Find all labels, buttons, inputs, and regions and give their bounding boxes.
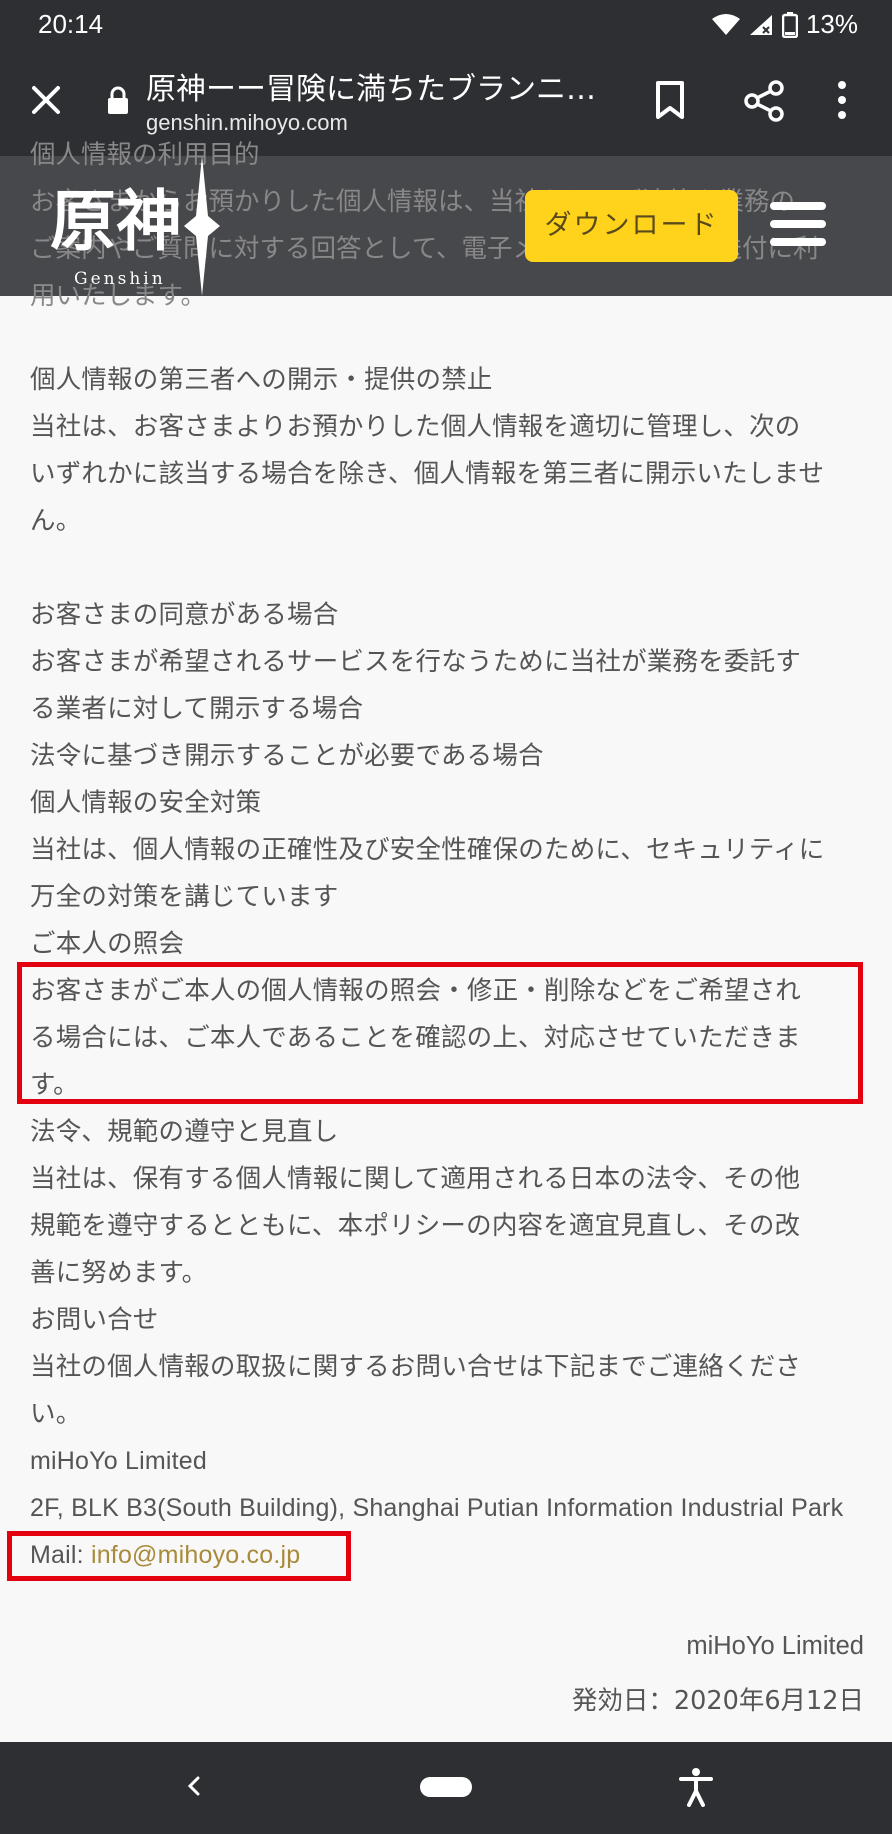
- system-nav-bar: [0, 1742, 892, 1834]
- logo-wordmark: 原神: [50, 182, 182, 260]
- status-time: 20:14: [38, 9, 104, 39]
- text-line: 法令、規範の遵守と見直し: [30, 1117, 339, 1147]
- site-header: 個人情報の利用目的 お客さまからお預かりした個人情報は、当社からのご連絡や業務の…: [0, 140, 892, 311]
- page-content: 個人情報の第三者への開示・提供の禁止 当社は、お客さまよりお預かりした個人情報を…: [0, 156, 892, 1742]
- company-name: miHoYo Limited: [30, 1447, 207, 1475]
- home-pill[interactable]: [420, 1777, 472, 1797]
- text-line: 万全の対策を講じています: [30, 882, 339, 912]
- highlight-box-mail: [7, 1531, 351, 1581]
- text-line: 規範を遵守するとともに、本ポリシーの内容を適宜見直し、その改: [30, 1211, 801, 1241]
- accessibility-icon[interactable]: [678, 1767, 714, 1807]
- text-line: お客さまが希望されるサービスを行なうために当社が業務を委託す: [30, 647, 802, 677]
- wifi-icon: [711, 13, 740, 35]
- battery-percent: 13%: [805, 9, 858, 39]
- text-line: い。: [30, 1399, 82, 1429]
- company-address: 2F, BLK B3(South Building), Shanghai Put…: [30, 1494, 844, 1522]
- effective-date: 発効日：2020年6月12日: [571, 1686, 864, 1716]
- lock-icon: [108, 86, 128, 114]
- highlight-box-inquiry: [17, 962, 863, 1104]
- text-line: お問い合せ: [30, 1305, 159, 1335]
- battery-icon: [781, 11, 798, 38]
- more-icon[interactable]: [836, 80, 848, 120]
- share-icon[interactable]: [744, 80, 784, 122]
- text-line: 当社は、保有する個人情報に関して適用される日本の法令、その他: [30, 1164, 801, 1194]
- text-line: 個人情報の安全対策: [30, 788, 262, 818]
- signal-icon: [749, 14, 772, 35]
- text-line: 法令に基づき開示することが必要である場合: [30, 741, 544, 771]
- status-bar: 20:14 13%: [0, 0, 892, 48]
- back-icon[interactable]: [186, 1772, 202, 1800]
- text-line: 当社の個人情報の取扱に関するお問い合せは下記までご連絡くださ: [30, 1352, 802, 1382]
- bookmark-icon[interactable]: [652, 80, 688, 120]
- text-line: 当社は、お客さまよりお預かりした個人情報を適切に管理し、次の: [30, 412, 801, 442]
- menu-icon[interactable]: [770, 202, 826, 248]
- page-title[interactable]: 原神ーー冒険に満ちたブランニ…: [146, 64, 606, 108]
- logo-subtitle: Genshin: [74, 269, 166, 289]
- footer-company: miHoYo Limited: [686, 1632, 864, 1660]
- text-line: ご本人の照会: [30, 929, 185, 959]
- text-line: お客さまの同意がある場合: [30, 600, 339, 630]
- text-line: いずれかに該当する場合を除き、個人情報を第三者に開示いたしませ: [30, 459, 825, 489]
- genshin-logo[interactable]: 原神 Genshin: [50, 156, 250, 296]
- text-line: 善に努めます。: [30, 1258, 208, 1288]
- text-line: る業者に対して開示する場合: [30, 694, 364, 724]
- download-button[interactable]: ダウンロード: [525, 190, 738, 262]
- text-line: 個人情報の第三者への開示・提供の禁止: [30, 365, 493, 395]
- close-icon[interactable]: [28, 82, 64, 118]
- text-line: ん。: [30, 506, 82, 536]
- text-line: 当社は、個人情報の正確性及び安全性確保のために、セキュリティに: [30, 835, 825, 865]
